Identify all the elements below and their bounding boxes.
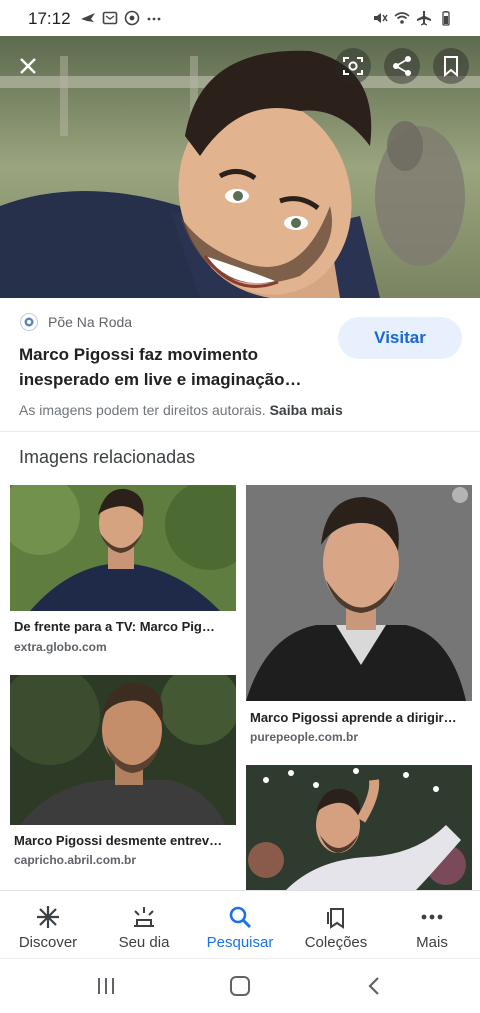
nav-label: Discover (18, 934, 78, 951)
nav-seu-dia[interactable]: Seu dia (96, 891, 192, 959)
copyright-text: As imagens podem ter direitos autorais. (19, 402, 266, 418)
nav-discover[interactable]: Discover (0, 891, 96, 959)
mail-icon (102, 11, 118, 25)
home-icon[interactable] (229, 976, 251, 996)
share-button[interactable] (384, 48, 420, 84)
learn-more-link[interactable]: Saiba mais (270, 402, 343, 418)
nav-label: Seu dia (118, 934, 170, 951)
related-image-card[interactable]: De frente para a TV: Marco Pig… extra.gl… (10, 485, 236, 660)
flying-bird-icon (81, 13, 95, 22)
related-image-caption: De frente para a TV: Marco Pig… (14, 619, 215, 634)
nav-mais[interactable]: Mais (384, 891, 480, 959)
nav-label: Pesquisar (206, 934, 274, 951)
related-image-thumb (10, 675, 236, 825)
system-nav-bar (0, 958, 480, 1013)
source-row[interactable]: Põe Na Roda (20, 313, 132, 331)
related-image-caption: Marco Pigossi aprende a dirigir… (250, 710, 457, 725)
lens-icon (343, 57, 363, 75)
visit-button[interactable]: Visitar (338, 317, 462, 359)
related-image-card[interactable] (246, 765, 472, 890)
nav-label: Coleções (304, 934, 368, 951)
bottom-nav: Discover Seu dia Pesquisar Coleções Mais (0, 890, 480, 959)
asterisk-icon (37, 906, 59, 928)
share-icon (393, 56, 411, 76)
bookmark-button[interactable] (433, 48, 469, 84)
related-image-caption: Marco Pigossi desmente entrev… (14, 833, 223, 848)
source-name: Põe Na Roda (48, 314, 133, 330)
divider (0, 431, 480, 432)
status-time: 17:12 (28, 9, 71, 28)
related-image-domain: extra.globo.com (14, 640, 107, 654)
nav-colecoes[interactable]: Coleções (288, 891, 384, 959)
battery-icon (442, 11, 450, 26)
nav-label: Mais (416, 934, 448, 951)
related-image-thumb (246, 765, 472, 890)
hero-image[interactable] (0, 36, 480, 298)
close-button[interactable] (10, 48, 46, 84)
collections-icon (327, 908, 344, 929)
related-image-thumb (246, 485, 472, 701)
related-image-card[interactable]: Marco Pigossi aprende a dirigir… purepeo… (246, 485, 472, 747)
back-icon[interactable] (366, 976, 382, 996)
lens-button[interactable] (335, 48, 371, 84)
sunrise-icon (134, 907, 154, 927)
related-image-thumb (10, 485, 236, 611)
close-icon (20, 58, 36, 74)
more-dots-icon (147, 17, 161, 21)
status-bar: 17:12 (0, 0, 480, 36)
muted-icon (374, 13, 388, 23)
wifi-icon (394, 12, 410, 24)
related-images-title: Imagens relacionadas (19, 447, 196, 467)
more-dots-icon (421, 914, 443, 920)
search-icon (229, 906, 252, 929)
related-image-domain: purepeople.com.br (250, 730, 359, 744)
result-title[interactable]: Marco Pigossi faz movimento inesperado e… (19, 342, 329, 392)
chrome-icon (124, 10, 140, 26)
copyright-notice: As imagens podem ter direitos autorais. … (19, 402, 343, 418)
related-image-card[interactable]: Marco Pigossi desmente entrev… capricho.… (10, 675, 236, 875)
source-logo-icon (20, 313, 38, 331)
bookmark-icon (444, 56, 458, 77)
recent-apps-icon[interactable] (96, 977, 116, 995)
airplane-icon (417, 11, 431, 26)
related-image-domain: capricho.abril.com.br (14, 853, 137, 867)
nav-pesquisar[interactable]: Pesquisar (192, 891, 288, 959)
